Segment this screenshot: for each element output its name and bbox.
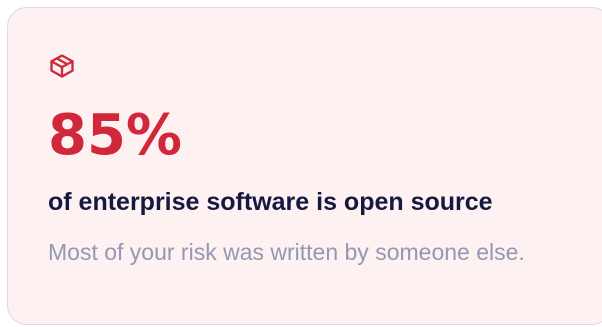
stat-description: Most of your risk was written by someone… xyxy=(48,239,525,265)
stat-headline: of enterprise software is open source xyxy=(48,188,493,216)
stat-value: 85% xyxy=(48,103,183,168)
package-icon xyxy=(50,54,74,78)
stat-card: 85% of enterprise software is open sourc… xyxy=(7,7,602,325)
